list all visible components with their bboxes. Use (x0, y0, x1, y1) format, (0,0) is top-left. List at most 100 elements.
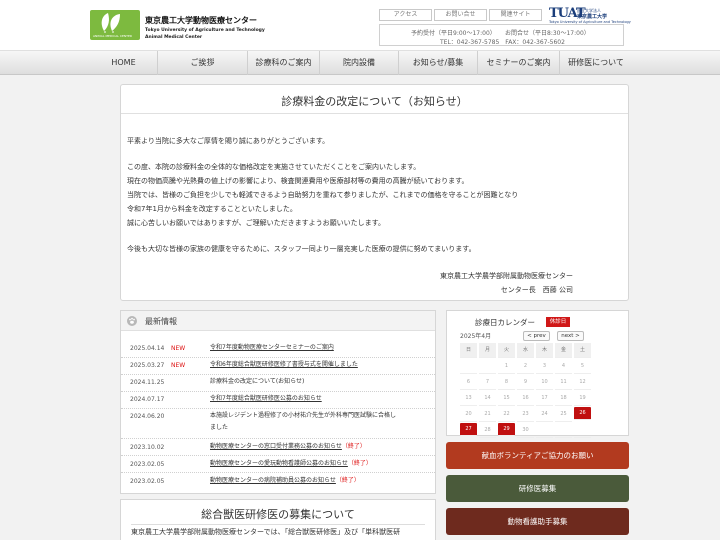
tuat-ja-name: 東京農工大学 (577, 14, 608, 20)
news-text-cont[interactable]: ました (210, 422, 228, 434)
calendar-day[interactable]: 23 (517, 407, 534, 422)
calendar-day[interactable]: 5 (574, 359, 591, 374)
news-link[interactable]: 令和7年度総合獣医研修医公募のお知らせ (210, 393, 322, 405)
calendar-next-button[interactable]: next > (557, 331, 584, 341)
calendar-day[interactable]: 24 (536, 407, 553, 422)
new-badge: NEW (171, 345, 186, 352)
ended-label: （終了） (341, 443, 366, 450)
main-nav: HOME ご挨拶 診療科のご案内 院内設備 お知らせ/募集 セミナーのご案内 研… (0, 50, 720, 75)
calendar-month: 2025年4月 (460, 333, 492, 340)
holiday-legend: 休診日 (546, 317, 570, 327)
news-date: 2024.07.17 (130, 396, 165, 403)
calendar-day (555, 423, 572, 438)
calendar-day[interactable]: 28 (479, 423, 496, 438)
resident-recruit-button[interactable]: 研修医募集 (446, 475, 629, 502)
calendar-day[interactable]: 30 (517, 423, 534, 438)
news-link-wrap[interactable]: 動物医療センターの病院補助員公募のお知らせ（終了） (210, 475, 360, 487)
news-text[interactable]: 診療料金の改定について(お知らせ) (210, 376, 304, 388)
news-item: 2023.02.05 動物医療センターの愛玩動物看護師公募のお知らせ（終了） (121, 456, 435, 473)
nav-seminars[interactable]: セミナーのご案内 (478, 51, 560, 75)
news-link-wrap[interactable]: 動物医療センターの愛玩動物看護師公募のお知らせ（終了） (210, 458, 372, 470)
inquiry-hours: お問合せ（平日8:30〜17:00） (505, 30, 590, 37)
calendar-holiday-day[interactable]: 27 (460, 423, 477, 436)
weekday-header: 金 (555, 343, 572, 358)
calendar-day (536, 423, 553, 438)
news-date: 2024.11.25 (130, 379, 165, 386)
calendar-day[interactable]: 14 (479, 391, 496, 406)
fee-notice-panel: 診療料金の改定について（お知らせ） 平素より当院に多大なご厚情を賜り誠にありがと… (120, 84, 629, 301)
calendar-day[interactable]: 15 (498, 391, 515, 406)
ended-label: （終了） (347, 460, 372, 467)
notice-paragraph: 令和7年1月から料金を改定することといたしました。 (127, 205, 297, 213)
news-text[interactable]: 本施設レジデント過程修了の小材祐介先生が外科専門医試験に合格し (210, 410, 396, 422)
nav-home[interactable]: HOME (90, 51, 158, 75)
calendar-day[interactable]: 19 (574, 391, 591, 406)
calendar-day[interactable]: 13 (460, 391, 477, 406)
news-link[interactable]: 動物医療センターの愛玩動物看護師公募のお知らせ (210, 460, 348, 467)
site-title[interactable]: 東京農工大学動物医療センター (145, 15, 257, 26)
related-sites-link[interactable]: 関連サイト (489, 9, 542, 21)
calendar-day[interactable]: 18 (555, 391, 572, 406)
news-item: 2025.03.27 NEW 令和6年度総合獣医研修医修了書授与式を開催しました (121, 358, 435, 375)
news-link[interactable]: 動物医療センターの病院補助員公募のお知らせ (210, 477, 336, 484)
calendar-day[interactable]: 12 (574, 375, 591, 390)
calendar-day[interactable]: 1 (498, 359, 515, 374)
center-logo[interactable]: ANIMAL MEDICAL CENTER (90, 10, 140, 40)
notice-paragraph: 誠に心苦しいお願いではありますが、ご理解いただきますようお願いいたします。 (127, 219, 385, 227)
calendar-day[interactable]: 6 (460, 375, 477, 390)
tuat-logo[interactable]: TUAT 国立大学法人 東京農工大学 Tokyo University of A… (549, 6, 631, 24)
calendar-holiday-day[interactable]: 29 (498, 423, 515, 436)
notice-paragraph: 平素より当院に多大なご厚情を賜り誠にありがとうございます。 (127, 137, 330, 145)
calendar-day[interactable]: 25 (555, 407, 572, 422)
nav-departments[interactable]: 診療科のご案内 (248, 51, 320, 75)
nav-greeting[interactable]: ご挨拶 (158, 51, 248, 75)
calendar-holiday-day[interactable]: 26 (574, 407, 591, 420)
calendar-panel: 診療日カレンダー 休診日 2025年4月 < prev next > 日月火水木… (446, 310, 629, 438)
calendar-day[interactable]: 9 (517, 375, 534, 390)
calendar-day[interactable]: 11 (555, 375, 572, 390)
calendar-day[interactable]: 2 (517, 359, 534, 374)
notice-paragraph: 現在の物価高騰や光熱費の値上げの影響により、検査関連費用や医療部材等の費用の高騰… (127, 177, 469, 185)
signature-org: 東京農工大学農学部附属動物医療センター (440, 272, 573, 280)
calendar-title: 診療日カレンダー (475, 318, 535, 327)
calendar-day[interactable]: 4 (555, 359, 572, 374)
calendar-day (574, 423, 591, 438)
recruit-divider (131, 524, 425, 525)
calendar-day[interactable]: 3 (536, 359, 553, 374)
notice-divider (121, 113, 628, 114)
calendar-day[interactable]: 22 (498, 407, 515, 422)
nav-news-recruit[interactable]: お知らせ/募集 (399, 51, 478, 75)
ended-label: （終了） (335, 477, 360, 484)
news-link-wrap[interactable]: 動物医療センターの窓口受付業務公募のお知らせ（終了） (210, 441, 366, 453)
news-item: 2024.11.25 診療料金の改定について(お知らせ) (121, 375, 435, 392)
nav-residents[interactable]: 研修医について (560, 51, 632, 75)
news-item: 2024.06.20 本施設レジデント過程修了の小材祐介先生が外科専門医試験に合… (121, 409, 435, 439)
news-date: 2025.03.27 (130, 362, 165, 369)
blood-donation-button[interactable]: 献血ボランティアご協力のお願い (446, 442, 629, 469)
calendar-day[interactable]: 20 (460, 407, 477, 422)
nursing-assistant-button[interactable]: 動物看護助手募集 (446, 508, 629, 535)
calendar-day[interactable]: 10 (536, 375, 553, 390)
calendar-day (460, 359, 477, 374)
calendar-prev-button[interactable]: < prev (523, 331, 550, 341)
logo-subtext: ANIMAL MEDICAL CENTER (93, 34, 132, 38)
weekday-header: 日 (460, 343, 477, 358)
calendar-day[interactable]: 8 (498, 375, 515, 390)
nav-facilities[interactable]: 院内設備 (320, 51, 399, 75)
news-date: 2025.04.14 (130, 345, 165, 352)
calendar-day[interactable]: 16 (517, 391, 534, 406)
news-link[interactable]: 令和6年度総合獣医研修医修了書授与式を開催しました (210, 359, 358, 371)
access-link[interactable]: アクセス (379, 9, 432, 21)
news-link[interactable]: 令和7年度動物医療センターセミナーのご案内 (210, 342, 334, 354)
calendar-day[interactable]: 17 (536, 391, 553, 406)
weekday-header: 土 (574, 343, 591, 358)
news-link[interactable]: 動物医療センターの窓口受付業務公募のお知らせ (210, 443, 342, 450)
weekday-header: 月 (479, 343, 496, 358)
contact-link[interactable]: お問い合せ (434, 9, 487, 21)
notice-title: 診療料金の改定について（お知らせ） (281, 95, 468, 108)
news-item: 2024.07.17 令和7年度総合獣医研修医公募のお知らせ (121, 392, 435, 409)
calendar-day[interactable]: 21 (479, 407, 496, 422)
weekday-header: 木 (536, 343, 553, 358)
weekday-header: 火 (498, 343, 515, 358)
calendar-day[interactable]: 7 (479, 375, 496, 390)
